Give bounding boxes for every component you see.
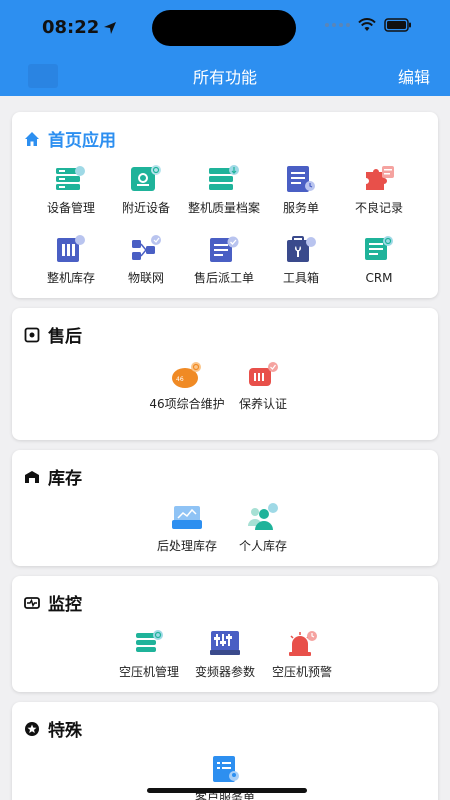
app-46-maintenance[interactable]: 46 46项综合维护 <box>145 360 229 412</box>
home-apps-title: 首页应用 <box>24 126 116 151</box>
maintenance-certification-icon <box>249 362 278 386</box>
edit-button[interactable]: 编辑 <box>398 64 430 88</box>
dynamic-island <box>152 10 296 46</box>
status-indicators <box>325 18 412 32</box>
settings-box-icon <box>24 327 40 342</box>
post-processing-inventory-icon <box>172 506 202 529</box>
app-device-management[interactable]: 设备管理 <box>29 164 113 216</box>
home-apps-card: 首页应用 设备管理 附近设备 整机质量档案 服务单 不良记录 整机库存 物联网 … <box>12 112 438 298</box>
app-defect-record[interactable]: 不良记录 <box>337 164 421 216</box>
page-title: 所有功能 <box>192 68 257 87</box>
aftersales-dispatch-icon <box>210 236 239 262</box>
signal-dots-icon <box>325 23 350 27</box>
svg-text:46: 46 <box>176 376 184 383</box>
app-customer-service-order[interactable]: 客户服务单 <box>183 754 267 800</box>
star-circle-icon <box>25 721 39 736</box>
app-aftersales-dispatch[interactable]: 售后派工单 <box>182 234 266 286</box>
nearby-devices-icon <box>131 165 161 191</box>
maintenance-46-icon: 46 <box>172 362 201 388</box>
pulse-monitor-icon <box>24 596 40 609</box>
app-maintenance-certification[interactable]: 保养认证 <box>221 360 305 412</box>
monitor-card: 监控 空压机管理 变频器参数 空压机预警 <box>12 576 438 692</box>
warehouse-icon <box>25 470 39 483</box>
app-personal-inventory[interactable]: 个人库存 <box>221 502 305 554</box>
inventory-card: 库存 后处理库存 个人库存 <box>12 450 438 566</box>
service-order-icon <box>287 166 315 192</box>
special-title: 特殊 <box>24 716 82 741</box>
defect-record-icon <box>366 166 394 190</box>
app-compressor-warning[interactable]: 空压机预警 <box>260 628 344 680</box>
compressor-management-icon <box>136 630 163 652</box>
app-machine-inventory[interactable]: 整机库存 <box>29 234 113 286</box>
wifi-icon <box>358 18 376 31</box>
aftersales-title: 售后 <box>24 322 82 347</box>
home-indicator[interactable] <box>147 788 307 793</box>
iot-icon <box>132 235 161 260</box>
inventory-title: 库存 <box>24 464 82 489</box>
battery-icon <box>384 18 411 32</box>
status-bar: 08:22 <box>0 0 450 56</box>
compressor-warning-icon <box>289 631 317 656</box>
aftersales-card: 售后 46 46项综合维护 保养认证 <box>12 308 438 440</box>
location-arrow-icon <box>104 21 117 34</box>
status-time-text: 08:22 <box>42 17 100 38</box>
app-machine-quality-archive[interactable]: 整机质量档案 <box>182 164 266 216</box>
app-post-processing-inventory[interactable]: 后处理库存 <box>145 502 229 554</box>
crm-icon <box>365 236 393 260</box>
app-inverter-parameters[interactable]: 变频器参数 <box>183 628 267 680</box>
monitor-title: 监控 <box>24 590 82 615</box>
app-crm[interactable]: CRM <box>337 234 421 286</box>
inverter-parameters-icon <box>210 631 240 655</box>
app-iot[interactable]: 物联网 <box>104 234 188 286</box>
special-card: 特殊 客户服务单 <box>12 702 438 800</box>
app-compressor-management[interactable]: 空压机管理 <box>107 628 191 680</box>
app-service-order[interactable]: 服务单 <box>259 164 343 216</box>
app-nearby-devices[interactable]: 附近设备 <box>104 164 188 216</box>
app-toolbox[interactable]: 工具箱 <box>259 234 343 286</box>
device-management-icon <box>56 166 85 190</box>
quality-archive-icon <box>209 165 239 190</box>
home-icon <box>25 131 39 146</box>
app-header: 所有功能 编辑 <box>0 56 450 96</box>
status-time: 08:22 <box>42 17 117 38</box>
toolbox-icon <box>287 236 316 262</box>
personal-inventory-icon <box>248 503 278 530</box>
machine-inventory-icon <box>57 235 85 262</box>
customer-service-order-icon <box>213 756 239 782</box>
